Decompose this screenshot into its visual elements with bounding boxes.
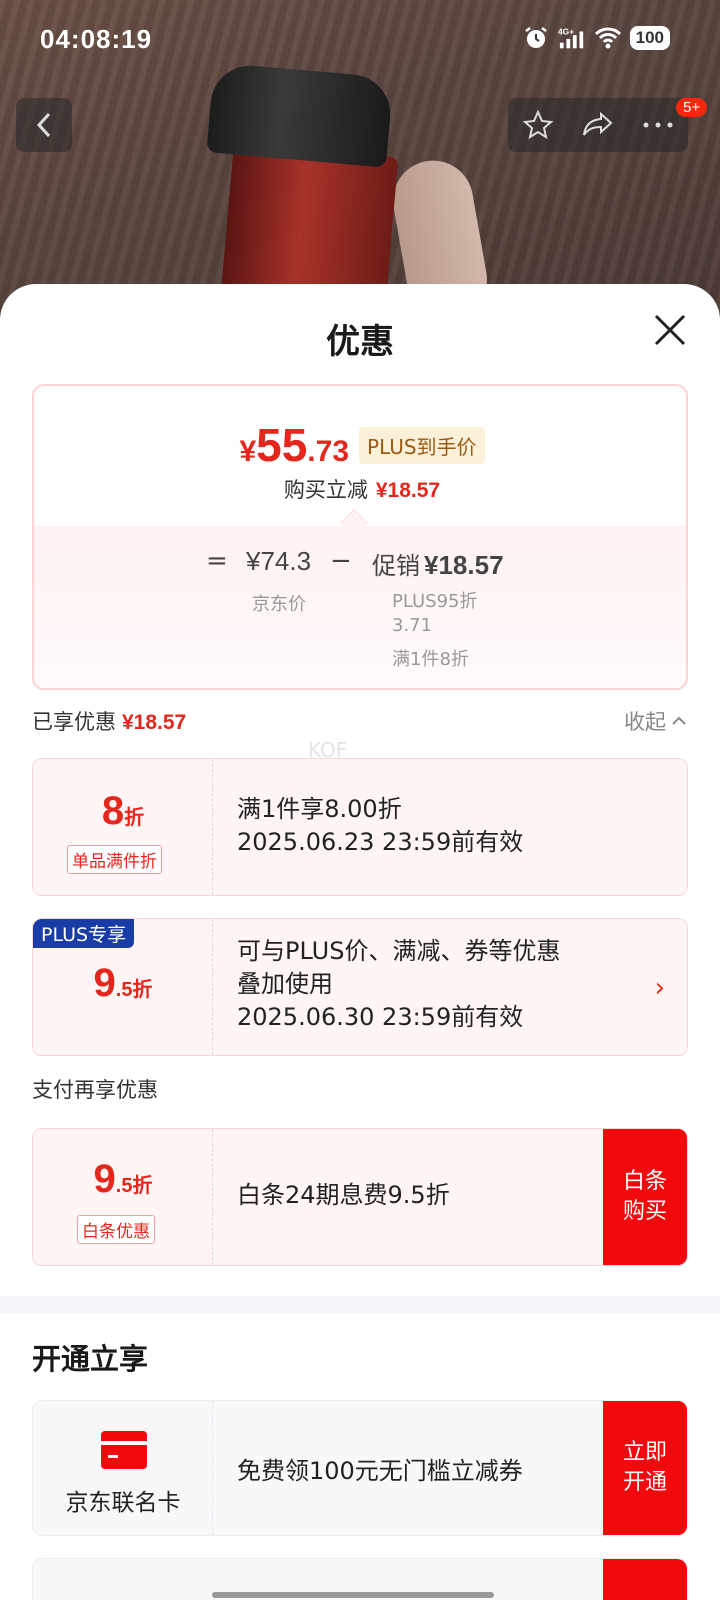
coupon-tag: 白条优惠: [77, 1215, 155, 1244]
bottle-cap: [206, 62, 394, 168]
coupon-left: 9.5折 白条优惠: [33, 1129, 213, 1265]
more-button[interactable]: [638, 105, 678, 145]
pay-section-header: 支付再享优惠: [32, 1078, 158, 1102]
chevron-left-icon: [36, 112, 51, 138]
coupon-discount: 9.5折: [33, 961, 213, 1006]
next-offer-button[interactable]: [603, 1559, 687, 1600]
card-offer-text: 免费领100元无门槛立减券: [237, 1457, 523, 1485]
coupon-validity: 2025.06.30 23:59前有效: [237, 1003, 524, 1031]
discount-unit: 折: [124, 807, 145, 829]
promo-detail-plus-amount: 3.71: [392, 615, 433, 636]
promo-amount: ¥18.57: [424, 550, 504, 580]
wifi-icon: [594, 24, 622, 52]
baitiao-buy-button[interactable]: 白条 购买: [603, 1129, 687, 1265]
collapse-button[interactable]: 收起: [624, 706, 688, 736]
price-breakdown: = ¥74.3 − 促销 ¥18.57 京东价 PLUS95折 3.71 满1件8…: [34, 526, 686, 688]
cta-line1: 白条: [622, 1169, 667, 1194]
enjoyed-row: 已享优惠 ¥18.57 收起: [32, 706, 688, 738]
message-badge: 5+: [676, 98, 708, 117]
coupon-left: 8折 单品满件折: [33, 759, 213, 895]
coupon-card-plus[interactable]: PLUS专享 9.5折 可与PLUS价、满减、券等优惠 叠加使用 2025.06…: [32, 918, 688, 1056]
discount-number: 9: [93, 961, 116, 1005]
promo-label: 促销: [372, 552, 420, 580]
share-button[interactable]: [578, 105, 618, 145]
discount-number: 9: [93, 1157, 116, 1201]
price-row: ¥55.73 PLUS到手价: [34, 418, 686, 472]
signal-icon: 4G+: [558, 24, 586, 52]
plus-price-tag: PLUS到手价: [359, 427, 485, 464]
enjoyed-amount: ¥18.57: [122, 711, 187, 734]
coupon-line1: 满1件享8.00折: [237, 795, 402, 823]
credit-card-icon: [101, 1431, 147, 1469]
price-currency: ¥: [239, 435, 257, 468]
coupon-discount: 9.5折: [33, 1157, 213, 1202]
network-label: 4G+: [558, 26, 574, 36]
promo-total: 促销 ¥18.57: [372, 546, 504, 581]
sheet-title: 优惠: [326, 322, 394, 362]
coupon-card[interactable]: 8折 单品满件折 满1件享8.00折 2025.06.23 23:59前有效: [32, 758, 688, 896]
coupon-validity: 2025.06.23 23:59前有效: [237, 828, 524, 856]
reduce-label: 购买立减: [283, 478, 368, 502]
plus-exclusive-badge: PLUS专享: [33, 919, 135, 948]
cobrand-card-offer: 京东联名卡 免费领100元无门槛立减券 立即开通: [32, 1400, 688, 1536]
alarm-icon: [522, 24, 550, 52]
discount-number: 8: [101, 789, 125, 833]
favorite-button[interactable]: [518, 105, 558, 145]
close-icon: [654, 314, 686, 346]
card-label: 京东联名卡: [65, 1490, 181, 1516]
price-summary: ¥55.73 PLUS到手价 购买立减 ¥18.57 = ¥74.3 − 促销 ¥1…: [32, 384, 688, 690]
battery-indicator: 100: [629, 26, 670, 50]
discount-unit: .5折: [115, 1175, 153, 1197]
share-icon: [583, 111, 613, 136]
final-price: ¥55.73: [239, 418, 349, 472]
price-integer: 55: [256, 419, 308, 471]
chevron-right-icon: ›: [654, 973, 665, 1003]
cta-line2: 开通: [622, 1470, 667, 1495]
back-button[interactable]: [16, 98, 72, 152]
reduce-row: 购买立减 ¥18.57: [34, 474, 686, 504]
summary-top: ¥55.73 PLUS到手价 购买立减 ¥18.57: [34, 386, 686, 526]
promotion-sheet: 优惠 ¥55.73 PLUS到手价 购买立减 ¥18.57 = ¥74.3 − 促…: [0, 284, 720, 1600]
status-icons: 4G+ 100: [522, 24, 670, 52]
open-now-button[interactable]: 立即 开通: [603, 1401, 687, 1535]
bottle-image: [206, 62, 399, 357]
coupon-tag: 单品满件折: [67, 845, 162, 874]
status-time: 04:08:19: [40, 24, 153, 54]
baitiao-card: 9.5折 白条优惠 白条24期息费9.5折 白条购买: [32, 1128, 688, 1266]
baitiao-text: 白条24期息费9.5折: [237, 1181, 450, 1209]
jd-price-label: 京东价: [252, 594, 306, 615]
enjoyed-label: 已享优惠: [32, 710, 116, 734]
coupon-text: 可与PLUS价、满减、券等优惠 叠加使用 2025.06.30 23:59前有效: [237, 935, 560, 1034]
coupon-text: 满1件享8.00折 2025.06.23 23:59前有效: [237, 793, 523, 859]
home-indicator: [212, 1592, 494, 1598]
card-left: 京东联名卡: [33, 1401, 213, 1535]
minus-sign: −: [330, 546, 352, 576]
promo-details: PLUS95折 3.71 满1件8折: [392, 590, 478, 672]
nav-actions: [508, 98, 688, 152]
coupon-discount: 8折: [33, 789, 213, 834]
coupon-left: PLUS专享 9.5折: [33, 919, 213, 1055]
collapse-label: 收起: [624, 710, 666, 734]
coupon-line2: 叠加使用: [237, 970, 333, 998]
more-icon: [643, 122, 673, 128]
star-icon: [522, 109, 554, 140]
promo-detail-plus: PLUS95折: [392, 591, 478, 612]
promo-detail-full-discount: 满1件8折: [392, 649, 469, 670]
section-divider: [0, 1296, 720, 1314]
reduce-amount: ¥18.57: [375, 479, 441, 502]
close-button[interactable]: [650, 310, 690, 350]
cta-line1: 立即: [622, 1440, 667, 1465]
coupon-line1: 可与PLUS价、满减、券等优惠: [237, 937, 561, 965]
discount-unit: .5折: [115, 979, 153, 1001]
status-bar: 04:08:19 4G+ 100: [0, 0, 720, 78]
chevron-up-icon: [672, 716, 686, 725]
price-decimal: .73: [307, 435, 350, 468]
cta-line2: 购买: [622, 1199, 667, 1224]
equals-sign: =: [206, 546, 228, 576]
open-section-header: 开通立享: [32, 1342, 149, 1376]
